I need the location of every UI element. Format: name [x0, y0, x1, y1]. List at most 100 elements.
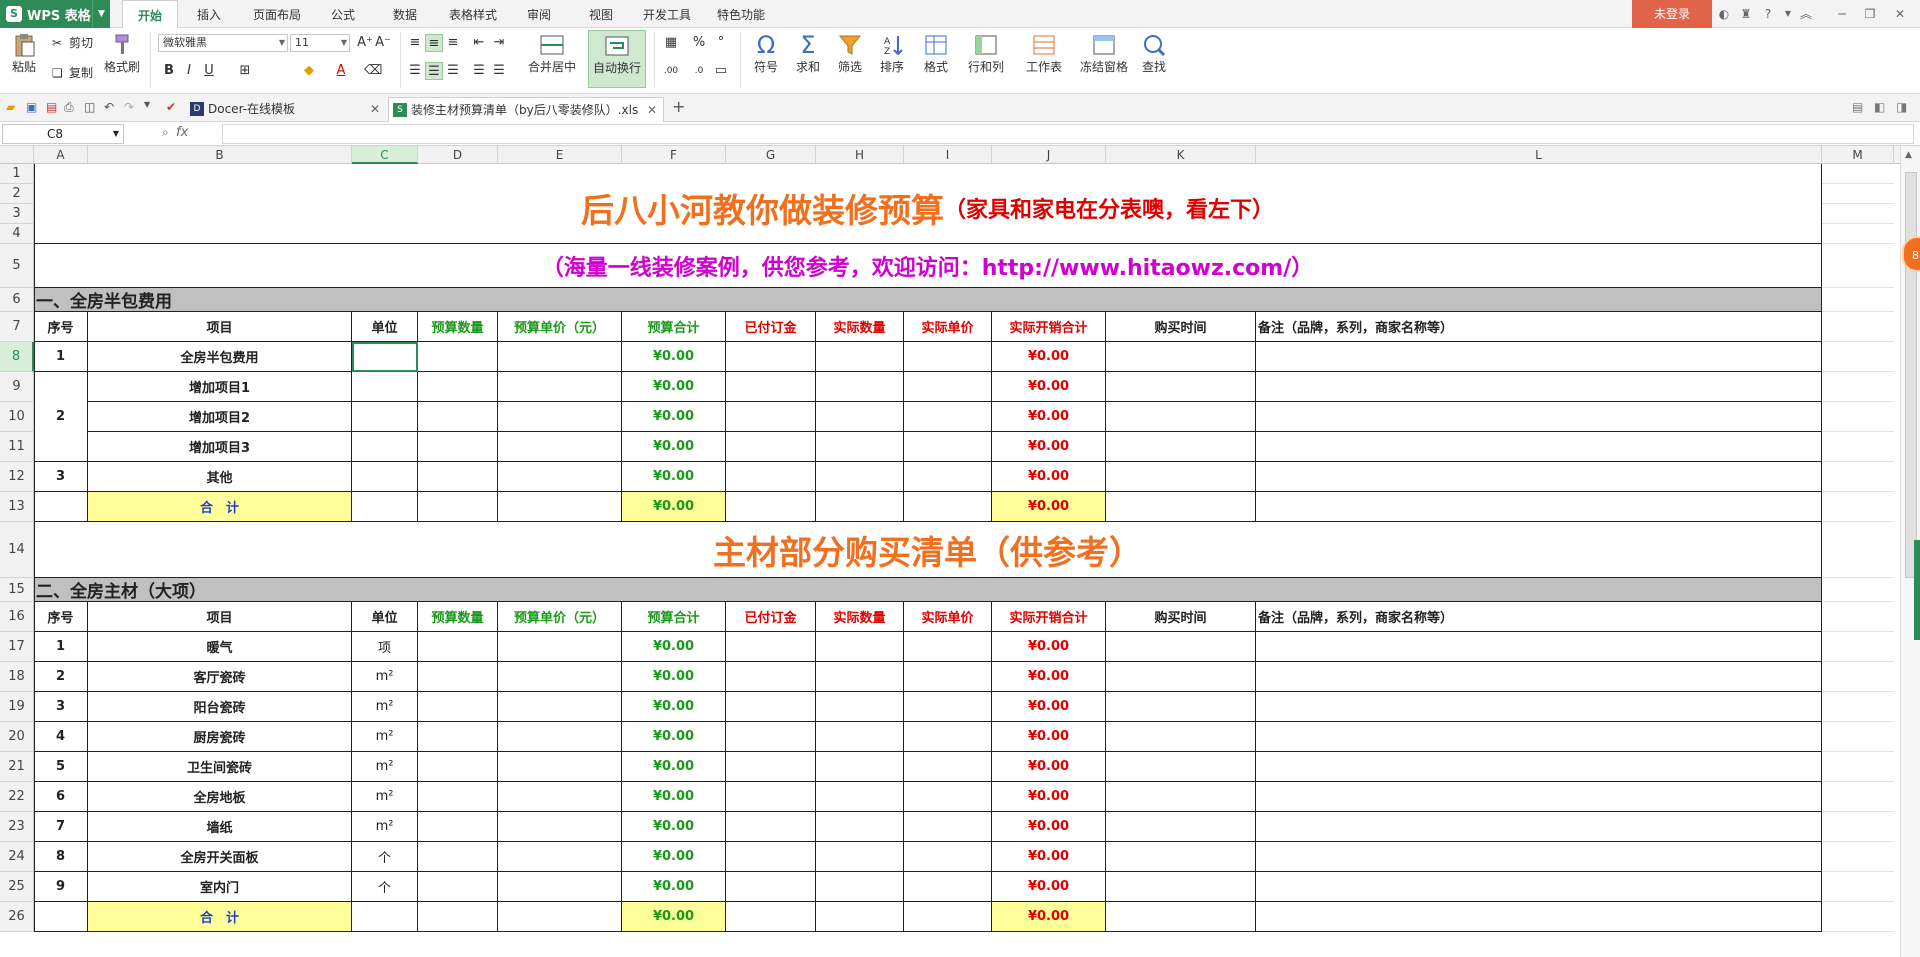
cut-button[interactable]: ✂ 剪切: [52, 34, 93, 51]
column-header-a[interactable]: A: [34, 146, 88, 164]
column-label[interactable]: 预算单价（元）: [498, 602, 622, 632]
column-header-m[interactable]: M: [1822, 146, 1894, 164]
column-label[interactable]: 单位: [352, 602, 418, 632]
data-cell[interactable]: [1256, 632, 1822, 662]
item-cell[interactable]: 室内门: [88, 872, 352, 902]
seq-cell[interactable]: 7: [34, 812, 88, 842]
doc-tab-docer[interactable]: D Docer-在线模板 ✕: [186, 97, 386, 122]
seq-cell[interactable]: 8: [34, 842, 88, 872]
total-cell[interactable]: ¥0.00: [992, 902, 1106, 932]
undo-icon[interactable]: ↶: [104, 100, 118, 114]
login-button[interactable]: 未登录: [1632, 0, 1712, 28]
data-cell[interactable]: [418, 402, 498, 432]
preview-icon[interactable]: ◫: [84, 100, 98, 114]
data-cell[interactable]: [1256, 402, 1822, 432]
seq-cell[interactable]: 4: [34, 722, 88, 752]
row-col-button[interactable]: 行和列: [962, 32, 1010, 75]
data-cell[interactable]: [498, 632, 622, 662]
data-cell[interactable]: [1256, 812, 1822, 842]
total-cell[interactable]: ¥0.00: [992, 492, 1106, 522]
comma-icon[interactable]: °: [712, 34, 730, 52]
data-cell[interactable]: [1256, 462, 1822, 492]
column-label[interactable]: 预算数量: [418, 602, 498, 632]
sheet-subtitle[interactable]: （海量一线装修案例，供您参考，欢迎访问：http://www.hitaowz.c…: [34, 244, 1822, 288]
unit-cell[interactable]: m²: [352, 782, 418, 812]
data-cell[interactable]: [726, 402, 816, 432]
total-label[interactable]: 合 计: [88, 902, 352, 932]
print-icon[interactable]: ⎙: [64, 100, 78, 114]
total-cell[interactable]: [1106, 902, 1256, 932]
data-cell[interactable]: [816, 632, 904, 662]
data-cell[interactable]: [418, 812, 498, 842]
unit-cell[interactable]: 个: [352, 842, 418, 872]
data-cell[interactable]: [816, 872, 904, 902]
data-cell[interactable]: [816, 462, 904, 492]
scroll-up-icon[interactable]: ▲: [1905, 150, 1912, 160]
seq-cell[interactable]: 2: [34, 662, 88, 692]
data-cell[interactable]: [904, 752, 992, 782]
data-cell[interactable]: [816, 692, 904, 722]
seq-cell[interactable]: 3: [34, 692, 88, 722]
total-label[interactable]: 合 计: [88, 492, 352, 522]
doc-tab-budget[interactable]: S 装修主材预算清单（by后八零装修队）.xls ✕: [388, 97, 664, 122]
data-cell[interactable]: [1106, 812, 1256, 842]
unit-cell[interactable]: m²: [352, 662, 418, 692]
column-label[interactable]: 预算合计: [622, 312, 726, 342]
justify-icon[interactable]: ☰: [470, 62, 488, 80]
data-cell[interactable]: [726, 782, 816, 812]
data-cell[interactable]: [352, 402, 418, 432]
row-header-5[interactable]: 5: [0, 244, 34, 288]
column-header-i[interactable]: I: [904, 146, 992, 164]
shrink-font-icon[interactable]: A⁻: [374, 34, 392, 52]
data-cell[interactable]: [726, 752, 816, 782]
item-cell[interactable]: 卫生间瓷砖: [88, 752, 352, 782]
data-cell[interactable]: [498, 872, 622, 902]
data-cell[interactable]: [498, 722, 622, 752]
column-label[interactable]: 序号: [34, 312, 88, 342]
data-cell[interactable]: [904, 812, 992, 842]
data-cell[interactable]: [1106, 462, 1256, 492]
column-label[interactable]: 购买时间: [1106, 602, 1256, 632]
indent-increase-icon[interactable]: ⇥: [490, 34, 508, 52]
help-icon[interactable]: ?: [1760, 6, 1776, 22]
data-cell[interactable]: [904, 842, 992, 872]
column-label[interactable]: 实际开销合计: [992, 312, 1106, 342]
data-cell[interactable]: [418, 692, 498, 722]
selected-cell[interactable]: [352, 342, 418, 372]
fill-color-icon[interactable]: ◆: [300, 62, 318, 80]
seq-cell[interactable]: 1: [34, 342, 88, 372]
freeze-panes-button[interactable]: 冻结窗格: [1076, 32, 1132, 75]
align-top-icon[interactable]: ≡: [406, 34, 424, 52]
tab-view[interactable]: 视图: [589, 0, 613, 28]
item-cell[interactable]: 客厅瓷砖: [88, 662, 352, 692]
total-cell[interactable]: [498, 492, 622, 522]
shirt-icon[interactable]: ♜: [1738, 6, 1754, 22]
indent-decrease-icon[interactable]: ⇤: [470, 34, 488, 52]
align-center-icon[interactable]: ☰: [425, 62, 443, 80]
data-cell[interactable]: [1106, 342, 1256, 372]
column-header-d[interactable]: D: [418, 146, 498, 164]
row-header-9[interactable]: 9: [0, 372, 34, 402]
redo-icon[interactable]: ↷: [124, 100, 138, 114]
auto-wrap-button[interactable]: 自动换行: [588, 30, 646, 88]
unit-cell[interactable]: m²: [352, 812, 418, 842]
find-button[interactable]: 查找: [1136, 32, 1172, 75]
data-cell[interactable]: [904, 402, 992, 432]
column-label[interactable]: 预算单价（元）: [498, 312, 622, 342]
data-cell[interactable]: [904, 692, 992, 722]
data-cell[interactable]: [418, 782, 498, 812]
tab-formula[interactable]: 公式: [331, 0, 355, 28]
data-cell[interactable]: [418, 632, 498, 662]
column-label[interactable]: 序号: [34, 602, 88, 632]
format-button[interactable]: 格式: [918, 32, 954, 75]
data-cell[interactable]: ¥0.00: [992, 402, 1106, 432]
data-cell[interactable]: [1106, 752, 1256, 782]
data-cell[interactable]: [1256, 662, 1822, 692]
data-cell[interactable]: [498, 342, 622, 372]
tab-next-icon[interactable]: ◨: [1896, 100, 1910, 114]
italic-icon[interactable]: I: [180, 62, 198, 80]
data-cell[interactable]: ¥0.00: [622, 752, 726, 782]
data-cell[interactable]: [1106, 402, 1256, 432]
side-panel-toggle[interactable]: [1914, 540, 1920, 640]
data-cell[interactable]: [352, 372, 418, 402]
